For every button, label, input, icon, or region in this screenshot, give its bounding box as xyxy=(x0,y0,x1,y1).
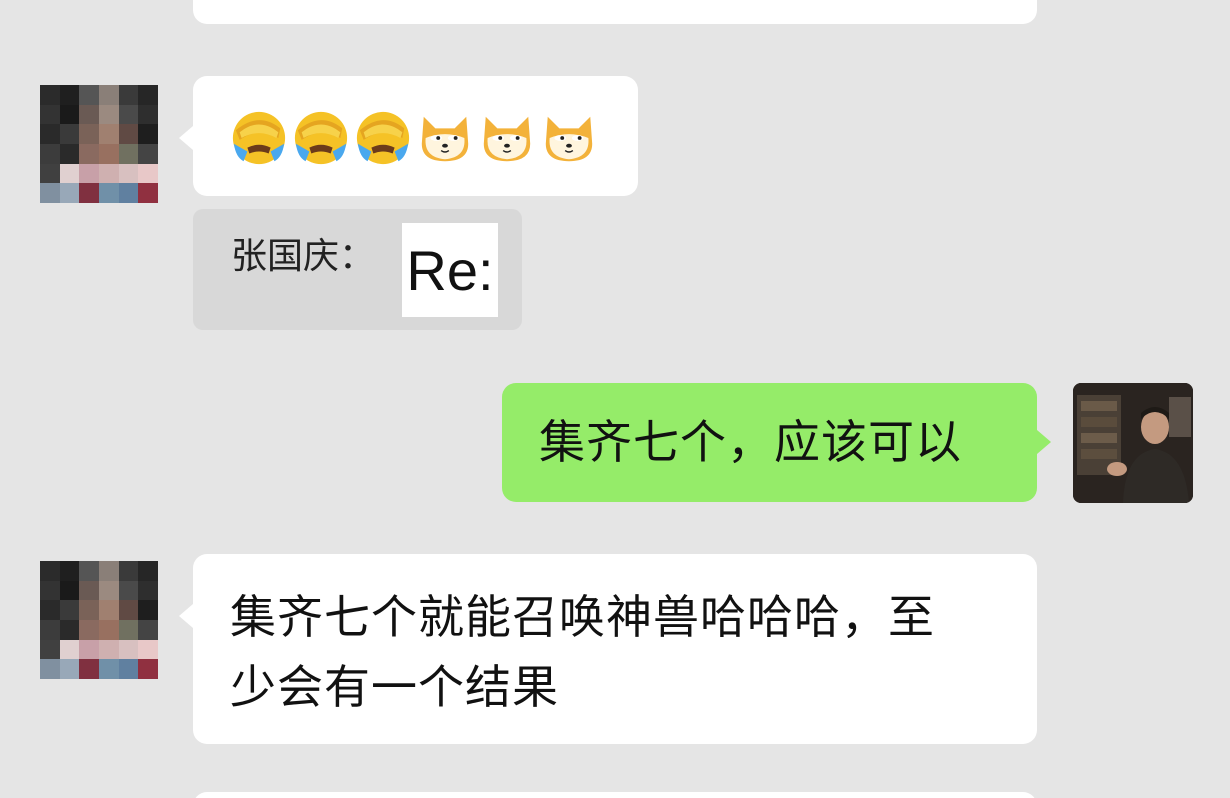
message-text-line1: 集齐七个就能召唤神兽哈哈哈，至 xyxy=(230,590,935,644)
avatar-contact[interactable] xyxy=(40,85,158,203)
emoji-row xyxy=(230,109,598,167)
message-bubble-partial-top[interactable] xyxy=(193,0,1037,24)
message-bubble-self[interactable]: 集齐七个，应该可以 xyxy=(502,383,1051,502)
facepalm-crying-icon xyxy=(232,111,286,165)
message-text-self: 集齐七个，应该可以 xyxy=(539,415,962,469)
message-text-line2: 少会有一个结果 xyxy=(230,660,559,714)
quote-thumbnail-text: Re: xyxy=(406,238,494,302)
doge-icon xyxy=(545,116,593,162)
avatar-contact[interactable] xyxy=(40,561,158,679)
doge-icon xyxy=(483,116,531,162)
quote-sender-name: 张国庆： xyxy=(231,236,376,277)
quoted-message[interactable]: 张国庆： Re: xyxy=(193,209,522,330)
facepalm-crying-icon xyxy=(294,111,348,165)
doge-icon xyxy=(421,116,469,162)
message-bubble-other[interactable]: 集齐七个就能召唤神兽哈哈哈，至 少会有一个结果 xyxy=(179,554,1037,744)
avatar-self[interactable] xyxy=(1073,383,1193,503)
quote-thumbnail[interactable]: Re: xyxy=(402,223,498,317)
facepalm-crying-icon xyxy=(356,111,410,165)
message-bubble-partial-bottom[interactable] xyxy=(193,792,1037,798)
message-bubble-emoji[interactable] xyxy=(179,76,638,196)
avatar-self-photo xyxy=(1073,383,1193,503)
